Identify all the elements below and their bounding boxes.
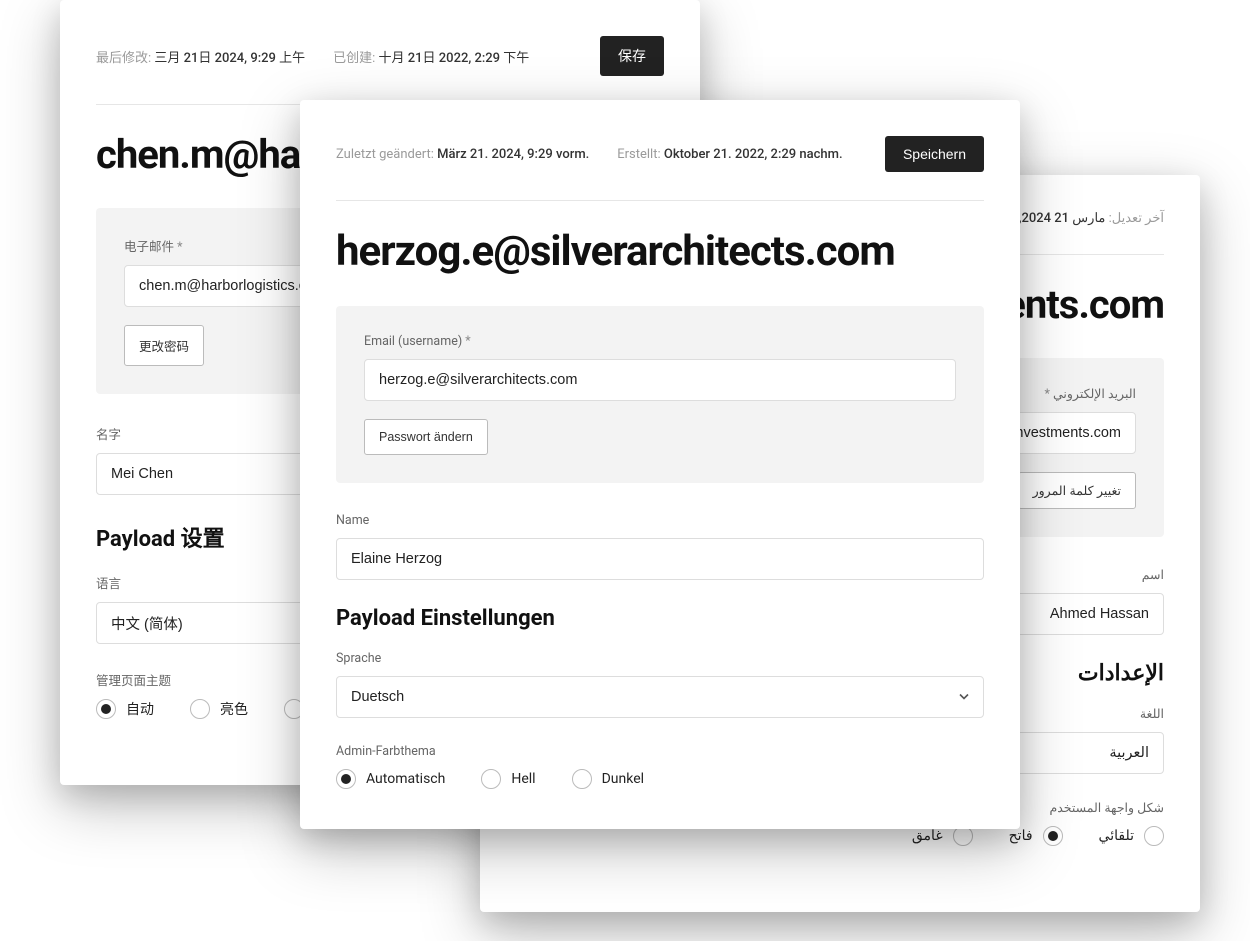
radio-icon [96, 699, 116, 719]
last-modified-label: آخر تعديل: [1109, 211, 1164, 226]
radio-label: 亮色 [220, 699, 248, 719]
radio-label: غامق [912, 828, 943, 844]
change-password-button[interactable]: 更改密码 [124, 325, 204, 366]
settings-card-de: Zuletzt geändert: März 21. 2024, 9:29 vo… [300, 100, 1020, 829]
radio-icon [1043, 826, 1063, 846]
last-modified-label: Zuletzt geändert: [336, 147, 434, 162]
meta-row: 最后修改: 三月 21日 2024, 9:29 上午 已创建: 十月 21日 2… [96, 36, 664, 105]
theme-radio-dark[interactable]: غامق [912, 826, 973, 846]
theme-group: Admin-Farbthema Automatisch Hell Dunkel [336, 744, 984, 789]
radio-label: Dunkel [602, 771, 644, 787]
name-label: Name [336, 513, 984, 528]
theme-radio-auto[interactable]: تلقائي [1099, 826, 1164, 846]
credentials-block: Email (username) Passwort ändern [336, 306, 984, 483]
radio-icon [572, 769, 592, 789]
theme-radio-row: تلقائي فاتح غامق [516, 826, 1164, 846]
theme-label: Admin-Farbthema [336, 744, 984, 759]
created-value: Oktober 21. 2022, 2:29 nachm. [664, 147, 843, 162]
page-title: herzog.e@silverarchitects.com [336, 227, 984, 276]
email-label: Email (username) [364, 334, 956, 349]
theme-radio-light[interactable]: فاتح [1009, 826, 1063, 846]
radio-icon [953, 826, 973, 846]
save-button[interactable]: Speichern [885, 136, 984, 172]
theme-radio-auto[interactable]: 自动 [96, 699, 154, 719]
last-modified-value: 三月 21日 2024, 9:29 上午 [154, 51, 305, 66]
theme-radio-auto[interactable]: Automatisch [336, 769, 445, 789]
last-modified: 最后修改: 三月 21日 2024, 9:29 上午 [96, 47, 305, 66]
theme-radio-dark[interactable]: Dunkel [572, 769, 644, 789]
radio-icon [190, 699, 210, 719]
last-modified-value: مارس 21 2024, [1019, 211, 1106, 226]
change-password-button[interactable]: تغيير كلمة المرور [1018, 472, 1136, 509]
radio-icon [1144, 826, 1164, 846]
radio-label: Automatisch [366, 771, 445, 787]
theme-radio-light[interactable]: 亮色 [190, 699, 248, 719]
name-field[interactable] [336, 538, 984, 580]
radio-label: تلقائي [1099, 828, 1134, 844]
language-value[interactable] [336, 676, 984, 718]
created-label: Erstellt: [617, 147, 660, 162]
change-password-button[interactable]: Passwort ändern [364, 419, 488, 455]
radio-label: 自动 [126, 699, 154, 719]
last-modified-value: März 21. 2024, 9:29 vorm. [437, 147, 589, 162]
last-modified: آخر تعديل: مارس 21 2024, [1019, 211, 1164, 226]
last-modified: Zuletzt geändert: März 21. 2024, 9:29 vo… [336, 147, 589, 162]
theme-radio-row: Automatisch Hell Dunkel [336, 769, 984, 789]
name-group: Name [336, 513, 984, 580]
save-button[interactable]: 保存 [600, 36, 664, 76]
last-modified-label: 最后修改: [96, 51, 151, 66]
meta-row: Zuletzt geändert: März 21. 2024, 9:29 vo… [336, 136, 984, 201]
radio-label: Hell [511, 771, 535, 787]
language-group: Sprache [336, 651, 984, 718]
theme-radio-light[interactable]: Hell [481, 769, 535, 789]
created-label: 已创建: [333, 51, 375, 66]
created: 已创建: 十月 21日 2022, 2:29 下午 [333, 47, 529, 66]
email-field[interactable] [364, 359, 956, 401]
radio-icon [336, 769, 356, 789]
radio-label: فاتح [1009, 828, 1033, 844]
language-label: Sprache [336, 651, 984, 666]
settings-heading: Payload Einstellungen [336, 606, 984, 631]
created-value: 十月 21日 2022, 2:29 下午 [379, 51, 530, 66]
created: Erstellt: Oktober 21. 2022, 2:29 nachm. [617, 147, 842, 162]
radio-icon [481, 769, 501, 789]
language-select[interactable] [336, 676, 984, 718]
